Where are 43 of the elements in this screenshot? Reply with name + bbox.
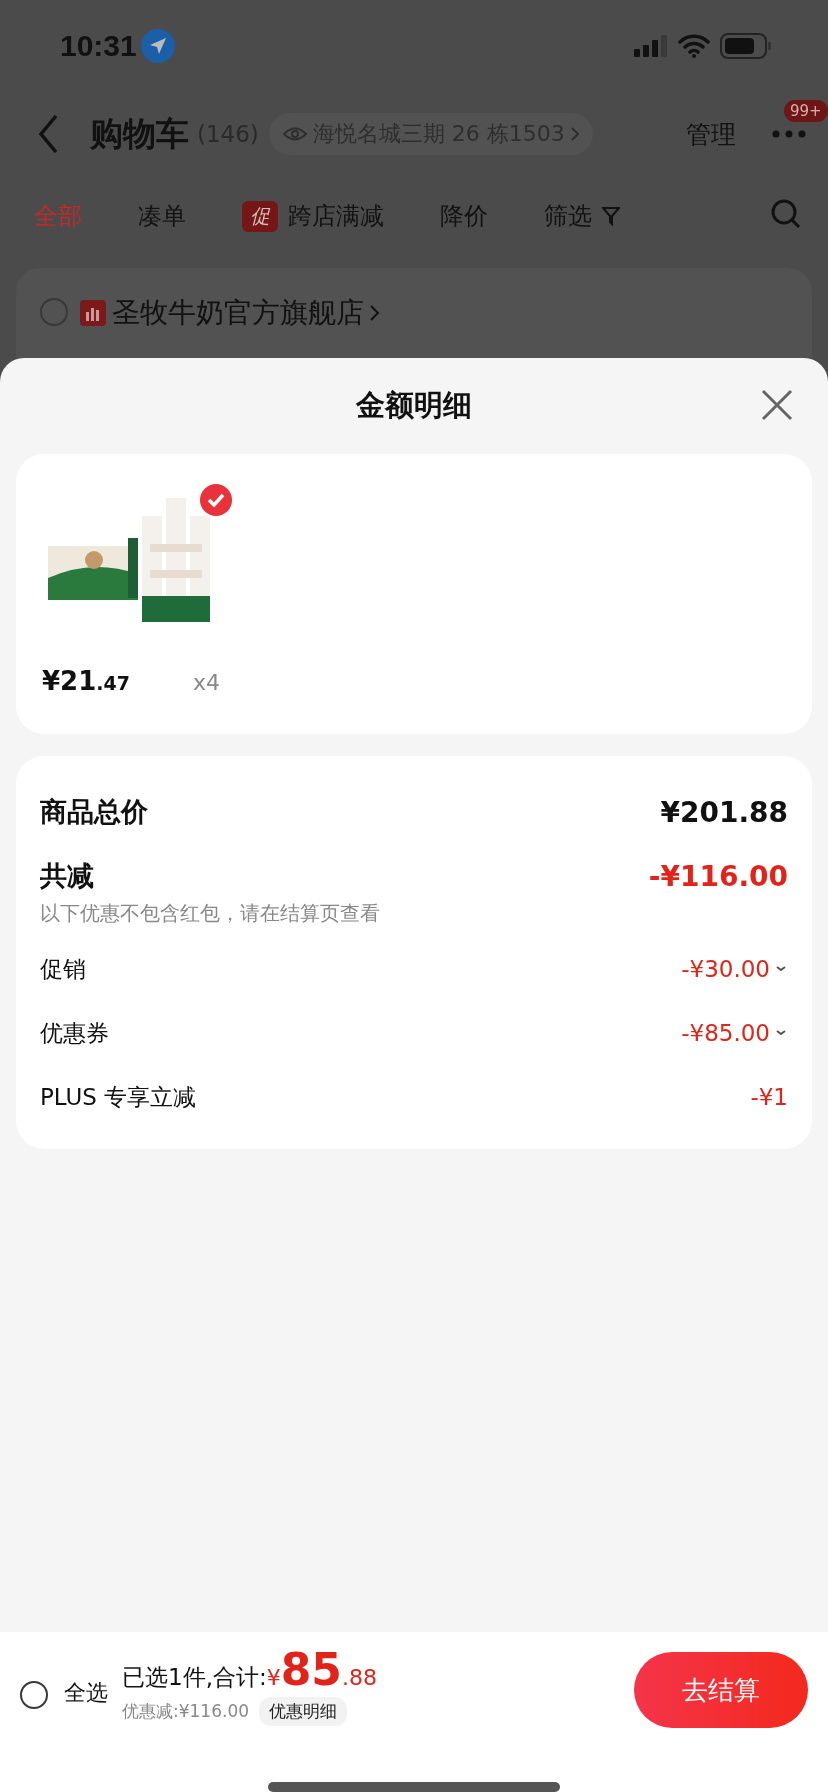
item-price: ¥21.47 [42, 666, 130, 696]
discount-detail-button[interactable]: 优惠明细 [259, 1697, 348, 1726]
eye-icon [282, 126, 307, 142]
summary-label: 优惠券 [40, 1018, 109, 1048]
chevron-icon [570, 127, 579, 141]
summary-label: 共减 [40, 859, 94, 893]
select-all-checkbox[interactable]: 全选 [20, 1677, 108, 1709]
chevron-icon [370, 305, 380, 321]
notification-badge: 99+ [784, 100, 828, 122]
summary-value[interactable]: -¥85.00 [681, 1020, 788, 1046]
total-price: 已选1件,合计:¥85.88 [122, 1644, 377, 1695]
close-icon[interactable] [760, 388, 794, 422]
check-icon[interactable] [200, 484, 232, 516]
summary-label: PLUS 专享立减 [40, 1082, 197, 1112]
store-name[interactable]: 圣牧牛奶官方旗舰店 [112, 294, 364, 332]
tab[interactable]: 促 跨店满减 [242, 200, 384, 232]
manage-button[interactable]: 管理 [686, 117, 736, 151]
shop-icon [80, 300, 106, 326]
battery-icon [720, 33, 772, 59]
tab[interactable]: 凑单 [138, 200, 186, 232]
summary-value: -¥1 [750, 1084, 788, 1110]
promo-tag: 促 [242, 200, 278, 232]
location-icon [140, 29, 175, 63]
summary-value: ¥201.88 [660, 795, 788, 829]
summary-label: 商品总价 [40, 795, 148, 829]
wifi-icon [678, 34, 710, 58]
status-time: 10:31 [60, 29, 137, 63]
summary-label: 促销 [40, 954, 86, 984]
signal-icon [634, 35, 668, 57]
summary-note: 以下优惠不包含红包，请在结算页查看 [40, 900, 381, 927]
more-icon[interactable] [772, 130, 806, 138]
store-checkbox[interactable] [40, 298, 68, 326]
summary-value[interactable]: -¥30.00 [681, 956, 788, 982]
sheet-title: 金额明细 [356, 387, 472, 424]
item-quantity: x4 [192, 670, 220, 695]
tab[interactable]: 全部 [34, 200, 82, 232]
filter-icon [602, 206, 620, 226]
page-title: 购物车 [90, 112, 189, 155]
checkout-button[interactable]: 去结算 [634, 1652, 808, 1728]
summary-value: -¥116.00 [648, 859, 788, 893]
tab[interactable]: 降价 [440, 200, 488, 232]
discount-text: 优惠减:¥116.00 [122, 1700, 250, 1723]
tab[interactable]: 筛选 [544, 200, 620, 232]
